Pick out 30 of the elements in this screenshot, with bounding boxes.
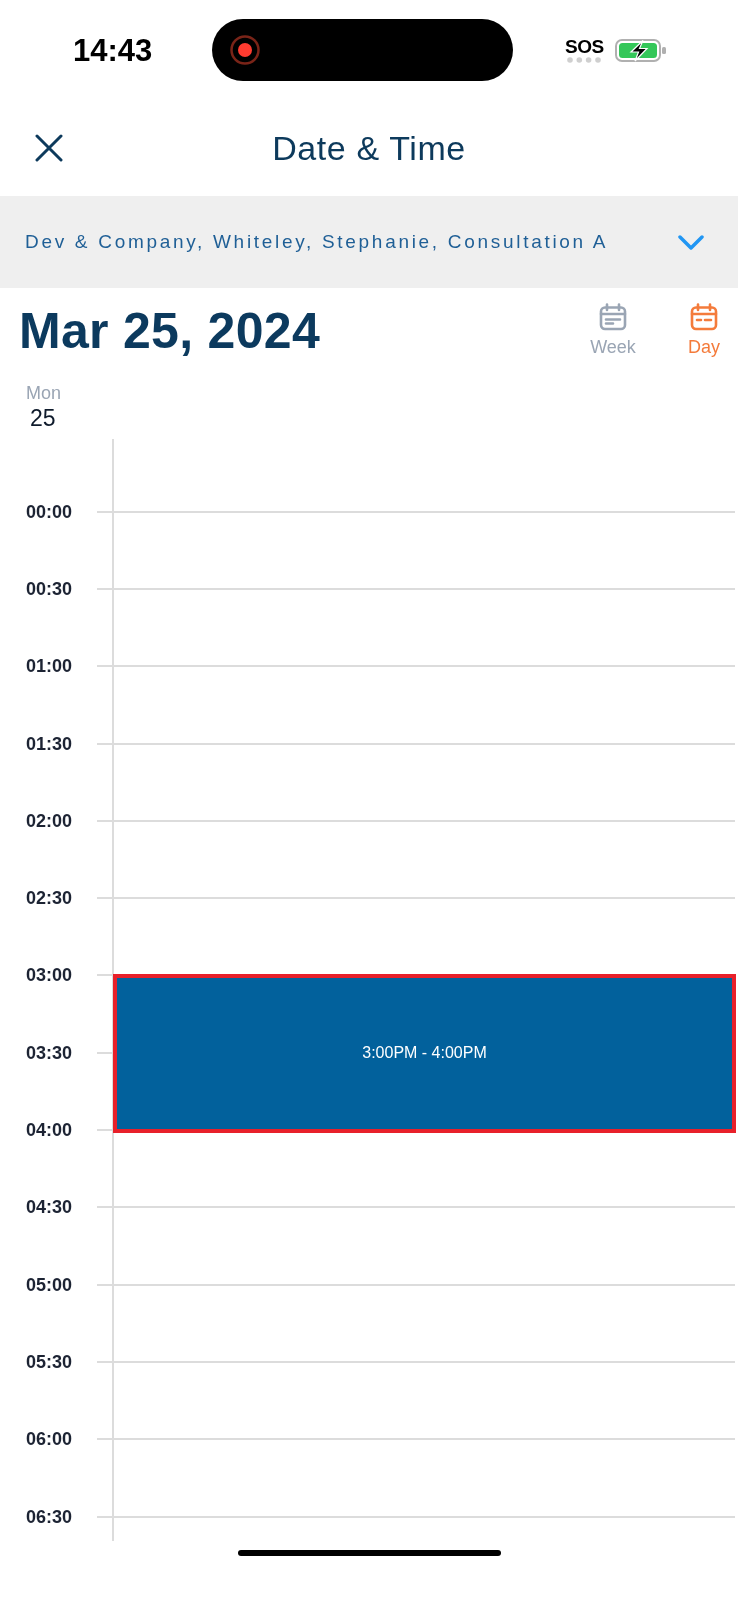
calendar-icon: [599, 303, 627, 331]
event-block[interactable]: 3:00PM - 4:00PM: [113, 973, 736, 1133]
time-label: 06:00: [26, 1430, 73, 1449]
page-title: Date & Time: [272, 127, 466, 169]
time-label: 01:30: [26, 734, 73, 753]
time-label: 05:00: [26, 1275, 73, 1294]
filter-dropdown[interactable]: Dev & Company, Whiteley, Stephanie, Consultation A: [0, 196, 738, 288]
time-label: 04:00: [26, 1121, 73, 1139]
carrier-label: SOS: [565, 37, 604, 57]
chevron-down-icon: [678, 234, 704, 250]
day-number: 25: [30, 404, 56, 432]
calendar-icon: [690, 303, 718, 331]
time-label: 01:00: [26, 657, 73, 676]
recording-icon: [230, 35, 260, 65]
battery-charging-icon: [614, 38, 667, 62]
time-label: 02:00: [26, 811, 73, 830]
date-heading: Mar 25, 2024: [19, 306, 321, 356]
weekday-label: Mon: [26, 382, 61, 404]
status-time: 14:43: [73, 34, 153, 66]
time-label: 00:00: [26, 502, 73, 521]
time-label: 06:30: [26, 1507, 73, 1526]
time-label: 03:00: [26, 966, 73, 985]
time-label: 04:30: [26, 1198, 73, 1217]
close-icon: [35, 134, 63, 162]
time-label: 00:30: [26, 579, 73, 598]
signal-dots-icon: [566, 57, 603, 63]
close-button[interactable]: [35, 134, 63, 162]
time-label: 03:30: [26, 1043, 73, 1062]
time-label: 05:30: [26, 1352, 73, 1371]
time-label: 02:30: [26, 889, 73, 908]
